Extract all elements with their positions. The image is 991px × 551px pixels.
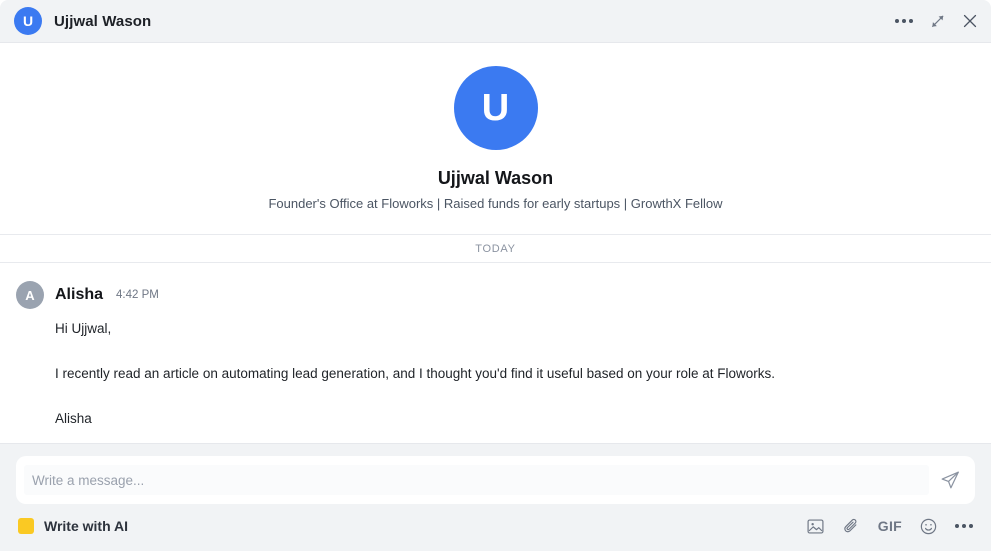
window-titlebar: U Ujjwal Wason [0,0,991,43]
message-sender: Alisha [55,286,104,303]
ellipsis-horizontal-icon [895,19,913,23]
composer-tool-icons: GIF [806,516,973,536]
day-divider-label: TODAY [475,242,516,255]
message-composer: Write with AI GIF [0,443,991,551]
write-with-ai-label: Write with AI [44,518,128,534]
profile-name: Ujjwal Wason [437,168,554,188]
write-with-ai-button[interactable]: Write with AI [18,518,128,534]
send-message-button[interactable] [935,465,965,495]
insert-gif-button[interactable]: GIF [878,518,902,534]
message-paragraph: Hi Ujjwal, [55,321,112,336]
more-tools-button[interactable] [955,516,973,536]
insert-image-button[interactable] [806,516,825,536]
titlebar-actions [895,12,979,30]
send-paper-plane-icon [941,471,959,489]
profile-avatar: U [453,66,538,150]
expand-diagonal-icon [931,14,944,27]
message-timestamp: 4:42 PM [116,289,159,301]
close-icon [963,14,977,28]
attach-file-button[interactable] [842,516,861,536]
profile-headline: Founder's Office at Floworks | Raised fu… [268,196,723,211]
window-title: Ujjwal Wason [54,12,152,30]
titlebar-avatar: U [14,7,42,35]
message-list: A Alisha 4:42 PM Hi Ujjwal, I recently r… [0,263,991,443]
message-body: Hi Ujjwal, I recently read an article on… [55,319,975,429]
avatar: A [16,281,44,309]
composer-toolbar: Write with AI GIF [16,504,975,548]
profile-header: U Ujjwal Wason Founder's Office at Flowo… [0,43,991,235]
chat-window: U Ujjwal Wason U Ujjwal Wason Founder's … [0,0,991,551]
ai-sparkle-icon [18,518,34,534]
message-paragraph: Alisha [55,411,92,426]
day-divider: TODAY [0,235,991,263]
paperclip-icon [844,518,857,532]
image-icon [807,518,824,534]
message-header: A Alisha 4:42 PM [16,281,975,309]
list-item: A Alisha 4:42 PM Hi Ujjwal, I recently r… [16,281,975,429]
composer-input-container[interactable] [16,456,975,504]
expand-window-button[interactable] [928,12,946,30]
insert-emoji-button[interactable] [919,516,938,536]
message-input[interactable] [24,465,929,495]
close-window-button[interactable] [961,12,979,30]
message-paragraph: I recently read an article on automating… [55,366,776,381]
ellipsis-horizontal-icon [955,524,973,528]
more-options-button[interactable] [895,12,913,30]
smiley-icon [920,518,937,534]
